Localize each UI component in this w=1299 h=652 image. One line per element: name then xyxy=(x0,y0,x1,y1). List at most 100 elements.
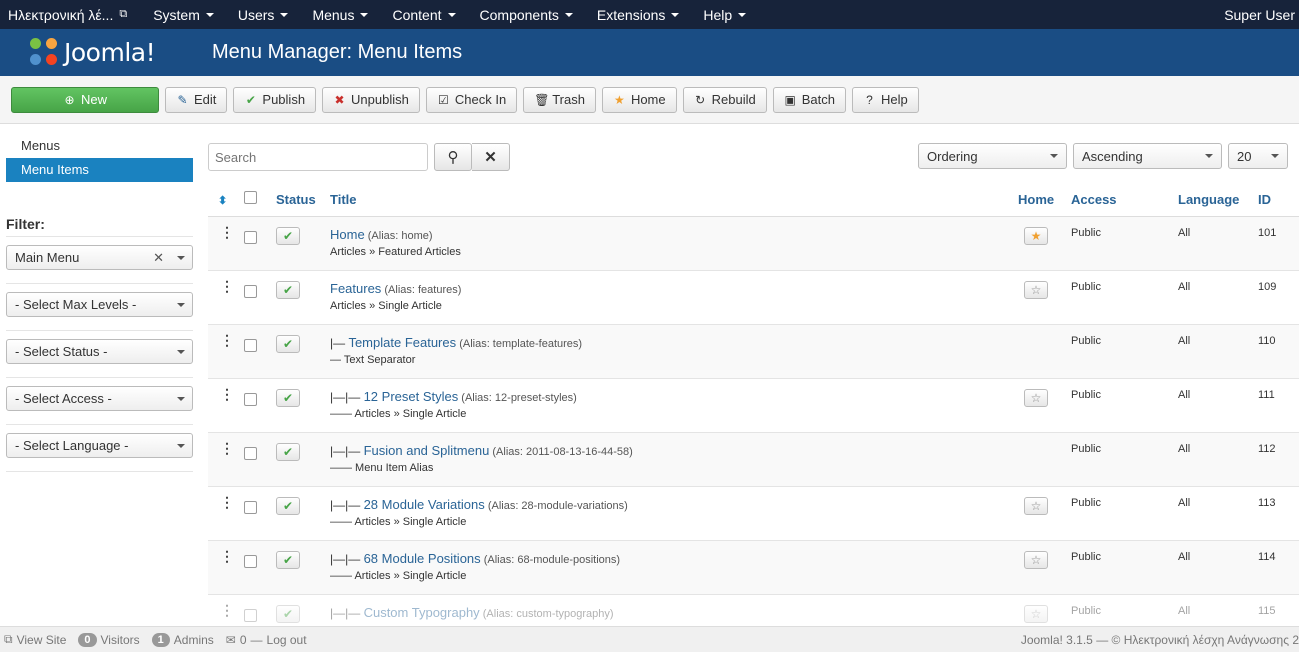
set-home-star-icon[interactable]: ☆ xyxy=(1024,280,1048,299)
drag-handle-icon[interactable]: ⋮ xyxy=(208,495,244,509)
menu-help[interactable]: Help xyxy=(691,7,758,23)
access-select[interactable]: - Select Access - xyxy=(6,386,193,411)
id-cell: 112 xyxy=(1258,431,1299,486)
menu-filter-select[interactable]: Main Menu ✕ xyxy=(6,245,193,270)
unpublish-button[interactable]: ✖ Unpublish xyxy=(322,86,420,113)
search-input[interactable] xyxy=(208,143,428,171)
caret-down-icon xyxy=(360,12,369,17)
menu-menus[interactable]: Menus xyxy=(300,7,380,23)
drag-handle-icon[interactable]: ⋮ xyxy=(208,279,244,293)
direction-select[interactable]: Ascending xyxy=(1073,143,1222,169)
published-check-icon[interactable]: ✔ xyxy=(276,496,300,515)
help-button[interactable]: ? Help xyxy=(851,86,919,113)
row-checkbox[interactable] xyxy=(244,284,257,298)
trash-button[interactable]: 🗑 Trash xyxy=(523,86,596,113)
set-home-star-icon[interactable]: ☆ xyxy=(1024,388,1048,407)
language-header[interactable]: Language xyxy=(1178,183,1258,217)
ordering-select[interactable]: Ordering xyxy=(918,143,1067,169)
sidebar-item-menus[interactable]: Menus xyxy=(6,134,193,158)
set-home-star-icon[interactable]: ☆ xyxy=(1024,496,1048,515)
max-levels-select[interactable]: - Select Max Levels - xyxy=(6,292,193,317)
published-check-icon[interactable]: ✔ xyxy=(276,334,300,353)
home-button[interactable]: ★ Home xyxy=(601,86,677,113)
clear-icon[interactable]: ✕ xyxy=(153,250,164,266)
sidebar-item-menu-items[interactable]: Menu Items xyxy=(6,158,193,182)
row-checkbox[interactable] xyxy=(244,338,257,352)
admins-label: Admins xyxy=(173,632,214,647)
home-header[interactable]: Home xyxy=(1018,183,1071,217)
menu-system[interactable]: System xyxy=(141,7,226,23)
sort-ordering-header[interactable]: ⬍ xyxy=(208,183,244,217)
row-checkbox[interactable] xyxy=(244,230,257,244)
messages-count[interactable]: 0 xyxy=(240,633,247,647)
drag-handle-icon[interactable]: ⋮ xyxy=(208,333,244,347)
published-check-icon[interactable]: ✔ xyxy=(276,442,300,461)
default-home-star-icon[interactable]: ★ xyxy=(1024,226,1048,245)
row-checkbox[interactable] xyxy=(244,608,257,622)
published-check-icon[interactable]: ✔ xyxy=(276,388,300,407)
batch-button[interactable]: ▣ Batch xyxy=(772,86,846,113)
language-select[interactable]: - Select Language - xyxy=(6,433,193,458)
edit-button[interactable]: ✎ Edit xyxy=(165,86,228,113)
item-alias: (Alias: custom-typography) xyxy=(482,607,614,620)
joomla-logo[interactable]: Joomla! xyxy=(0,37,200,68)
filter-menu-block: Main Menu ✕ xyxy=(6,245,193,284)
published-check-icon[interactable]: ✔ xyxy=(276,226,300,245)
select-all-checkbox[interactable] xyxy=(244,191,257,205)
published-check-icon[interactable]: ✔ xyxy=(276,550,300,569)
status-header[interactable]: Status xyxy=(276,183,330,217)
clear-search-button[interactable]: ✕ xyxy=(472,143,510,171)
set-home-star-icon[interactable]: ☆ xyxy=(1024,550,1048,569)
item-title-link[interactable]: 68 Module Positions xyxy=(364,551,481,566)
item-title-link[interactable]: Custom Typography xyxy=(364,605,480,620)
item-title-link[interactable]: 28 Module Variations xyxy=(364,497,485,512)
item-title-link[interactable]: 12 Preset Styles xyxy=(364,389,459,404)
menu-extensions[interactable]: Extensions xyxy=(585,7,691,23)
language-cell: All xyxy=(1178,539,1258,594)
view-site-link[interactable]: View Site xyxy=(17,633,67,647)
caret-down-icon xyxy=(177,350,185,354)
access-header[interactable]: Access xyxy=(1071,183,1178,217)
published-check-icon[interactable]: ✔ xyxy=(276,280,300,299)
question-icon: ? xyxy=(866,92,873,107)
drag-handle-icon[interactable]: ⋮ xyxy=(208,603,244,617)
drag-handle-icon[interactable]: ⋮ xyxy=(208,441,244,455)
caret-down-icon xyxy=(738,12,747,17)
row-checkbox[interactable] xyxy=(244,446,257,460)
drag-handle-icon[interactable]: ⋮ xyxy=(208,225,244,239)
search-button[interactable]: ⚲ xyxy=(434,143,472,171)
item-title-link[interactable]: Template Features xyxy=(348,335,456,350)
set-home-star-icon[interactable]: ☆ xyxy=(1024,604,1048,623)
item-title-link[interactable]: Fusion and Splitmenu xyxy=(364,443,490,458)
site-name-link[interactable]: Ηλεκτρονική λέ... ⧉ xyxy=(0,7,135,23)
id-header[interactable]: ID xyxy=(1258,183,1299,217)
item-title-link[interactable]: Home xyxy=(330,227,365,242)
row-checkbox[interactable] xyxy=(244,392,257,406)
drag-handle-icon[interactable]: ⋮ xyxy=(208,549,244,563)
access-cell: Public xyxy=(1071,377,1178,432)
visitors-label: Visitors xyxy=(100,632,140,647)
row-checkbox[interactable] xyxy=(244,500,257,514)
limit-select[interactable]: 20 xyxy=(1228,143,1288,169)
new-button[interactable]: ⊕ New xyxy=(11,86,159,113)
drag-handle-icon[interactable]: ⋮ xyxy=(208,387,244,401)
title-header[interactable]: Title xyxy=(330,183,1018,217)
rebuild-button[interactable]: ↻ Rebuild xyxy=(682,86,767,113)
item-type: —— Articles » Single Article xyxy=(330,515,467,528)
caret-down-icon xyxy=(1050,154,1058,158)
menu-users[interactable]: Users xyxy=(226,7,301,23)
menu-content[interactable]: Content xyxy=(380,7,467,23)
publish-button[interactable]: ✔ Publish xyxy=(233,86,317,113)
menu-components[interactable]: Components xyxy=(468,7,585,23)
logout-link[interactable]: Log out xyxy=(267,633,307,647)
checkin-button[interactable]: ☑ Check In xyxy=(425,86,518,113)
select-value: - Select Status - xyxy=(15,344,108,359)
item-alias: (Alias: 12-preset-styles) xyxy=(461,391,577,404)
caret-down-icon xyxy=(177,303,185,307)
item-alias: (Alias: 2011-08-13-16-44-58) xyxy=(492,445,633,458)
user-menu[interactable]: Super User xyxy=(1224,7,1299,23)
item-title-link[interactable]: Features xyxy=(330,281,381,296)
row-checkbox[interactable] xyxy=(244,554,257,568)
published-check-icon[interactable]: ✔ xyxy=(276,604,300,623)
status-select[interactable]: - Select Status - xyxy=(6,339,193,364)
